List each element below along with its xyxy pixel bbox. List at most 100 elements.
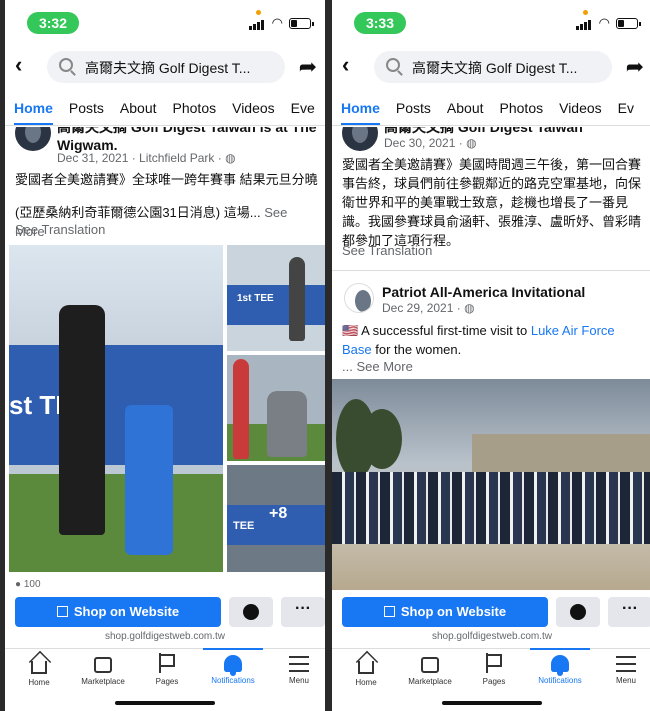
shop-url: shop.golfdigestweb.com.tw	[104, 631, 226, 642]
golfer-figure	[59, 305, 105, 535]
search-icon	[59, 58, 73, 72]
search-icon	[386, 58, 400, 72]
post-meta: Dec 30, 2021 · ◍	[384, 136, 477, 150]
globe-icon: ◍	[466, 136, 477, 150]
group-of-players	[332, 472, 650, 544]
home-icon	[358, 661, 374, 674]
tab-home[interactable]: Home	[341, 94, 380, 125]
home-indicator	[115, 701, 215, 705]
tab-about[interactable]: About	[120, 94, 157, 125]
tab-photos[interactable]: Photos	[173, 94, 217, 125]
see-translation-link[interactable]: See Translation	[15, 220, 320, 239]
wifi-icon: ◠	[271, 15, 283, 30]
right-screenshot: 3:33 ◠ ‹ 高爾夫文摘 Golf Digest T... ➦ Home Po…	[332, 0, 650, 711]
search-row: ‹ 高爾夫文摘 Golf Digest T... ➦	[332, 50, 650, 84]
nav-home[interactable]: Home	[334, 653, 398, 687]
shared-post-meta: Dec 29, 2021 · ◍	[382, 301, 475, 315]
post-photo-thumb-2[interactable]	[227, 355, 325, 461]
tab-photos[interactable]: Photos	[500, 94, 544, 125]
shared-post-text: 🇺🇸 A successful first-time visit to Luke…	[342, 323, 615, 357]
shop-on-website-button[interactable]: Shop on Website	[342, 597, 548, 627]
tab-videos[interactable]: Videos	[559, 94, 602, 125]
shop-action-bar: Shop on Website ···	[342, 597, 650, 629]
page-tabs: Home Posts About Photos Videos Eve	[5, 94, 325, 126]
tab-posts[interactable]: Posts	[69, 94, 104, 125]
signal-icon	[576, 20, 592, 30]
messenger-icon	[243, 604, 259, 620]
marketplace-icon	[421, 657, 439, 673]
status-time: 3:32	[27, 12, 79, 34]
reaction-count[interactable]: ● 100	[15, 575, 320, 590]
post-photo-main[interactable]: st TE	[9, 245, 223, 572]
external-link-icon	[56, 606, 68, 617]
post-photo-thumb-3[interactable]: TEE +8	[227, 465, 325, 572]
nav-marketplace[interactable]: Marketplace	[398, 653, 462, 686]
nav-menu[interactable]: Menu	[594, 653, 650, 685]
signal-icon	[249, 20, 265, 30]
shop-on-website-button[interactable]: Shop on Website	[15, 597, 221, 627]
nav-pages[interactable]: Pages	[462, 653, 526, 686]
search-input[interactable]: 高爾夫文摘 Golf Digest T...	[374, 51, 612, 83]
recording-dot-icon	[256, 10, 261, 15]
post-feed: 高爾夫文摘 Golf Digest Taiwan Dec 30, 2021 · …	[332, 127, 650, 590]
post-text: 愛國者全美邀請賽》美國時間週三午後，第一回合賽 事告終，球員們前往參觀鄰近的路克…	[342, 157, 642, 248]
post-author[interactable]: 高爾夫文摘 Golf Digest Taiwan	[384, 127, 644, 136]
messenger-button[interactable]	[556, 597, 600, 627]
tab-videos[interactable]: Videos	[232, 94, 275, 125]
like-icon: ●	[15, 579, 22, 590]
see-translation-link[interactable]: See Translation	[342, 241, 647, 260]
shared-post-author[interactable]: Patriot All-America Invitational	[382, 283, 642, 301]
battery-icon	[289, 18, 314, 29]
search-input[interactable]: 高爾夫文摘 Golf Digest T...	[47, 51, 285, 83]
nav-marketplace[interactable]: Marketplace	[71, 653, 135, 686]
nav-menu[interactable]: Menu	[267, 653, 325, 685]
page-avatar[interactable]	[15, 127, 51, 151]
nav-pages[interactable]: Pages	[135, 653, 199, 686]
more-options-button[interactable]: ···	[608, 597, 650, 627]
page-avatar[interactable]	[342, 127, 378, 151]
post-meta: Dec 31, 2021 · Litchfield Park · ◍	[57, 151, 236, 165]
bottom-navigation: Home Marketplace Pages Notifications Men…	[332, 648, 650, 698]
marketplace-icon	[94, 657, 112, 673]
recording-dot-icon	[583, 10, 588, 15]
bell-icon	[551, 655, 569, 676]
menu-icon	[616, 656, 636, 672]
wifi-icon: ◠	[598, 15, 610, 30]
flag-icon	[159, 653, 175, 673]
nav-home[interactable]: Home	[7, 653, 71, 687]
messenger-button[interactable]	[229, 597, 273, 627]
bottom-navigation: Home Marketplace Pages Notifications Men…	[5, 648, 325, 698]
shared-page-avatar[interactable]	[344, 283, 374, 313]
search-row: ‹ 高爾夫文摘 Golf Digest T... ➦	[5, 50, 325, 84]
more-options-button[interactable]: ···	[281, 597, 325, 627]
battery-icon	[616, 18, 641, 29]
external-link-icon	[383, 606, 395, 617]
post-photo-thumb-1[interactable]: 1st TEE	[227, 245, 325, 351]
page-tabs: Home Posts About Photos Videos Ev	[332, 94, 650, 126]
group-photo[interactable]	[332, 379, 650, 590]
tab-posts[interactable]: Posts	[396, 94, 431, 125]
shared-post[interactable]: Patriot All-America Invitational Dec 29,…	[332, 270, 650, 374]
see-more-link[interactable]: ... See More	[342, 357, 647, 376]
globe-icon: ◍	[225, 151, 236, 165]
shop-action-bar: Shop on Website ···	[15, 597, 325, 629]
tab-events[interactable]: Ev	[618, 94, 634, 125]
nav-notifications[interactable]: Notifications	[528, 648, 592, 685]
golf-bag	[125, 405, 173, 555]
back-chevron-icon[interactable]: ‹	[342, 52, 349, 78]
more-photos-count: +8	[269, 505, 288, 522]
tab-about[interactable]: About	[447, 94, 484, 125]
tab-home[interactable]: Home	[14, 94, 53, 125]
share-arrow-icon[interactable]: ➦	[626, 54, 644, 80]
back-chevron-icon[interactable]: ‹	[15, 52, 22, 78]
post-author[interactable]: 高爾夫文摘 Golf Digest Taiwan is at The Wigwa…	[57, 127, 317, 154]
left-screenshot: 3:32 ◠ ‹ 高爾夫文摘 Golf Digest T... ➦ Home Po…	[5, 0, 325, 711]
status-time: 3:33	[354, 12, 406, 34]
tab-events[interactable]: Eve	[291, 94, 315, 125]
shop-url: shop.golfdigestweb.com.tw	[431, 631, 553, 642]
flag-icon	[486, 653, 502, 673]
bell-icon	[224, 655, 242, 676]
post-text-line1: 愛國者全美邀請賽》全球唯一跨年賽事 結果元旦分曉	[15, 172, 318, 187]
nav-notifications[interactable]: Notifications	[201, 648, 265, 685]
share-arrow-icon[interactable]: ➦	[299, 54, 317, 80]
